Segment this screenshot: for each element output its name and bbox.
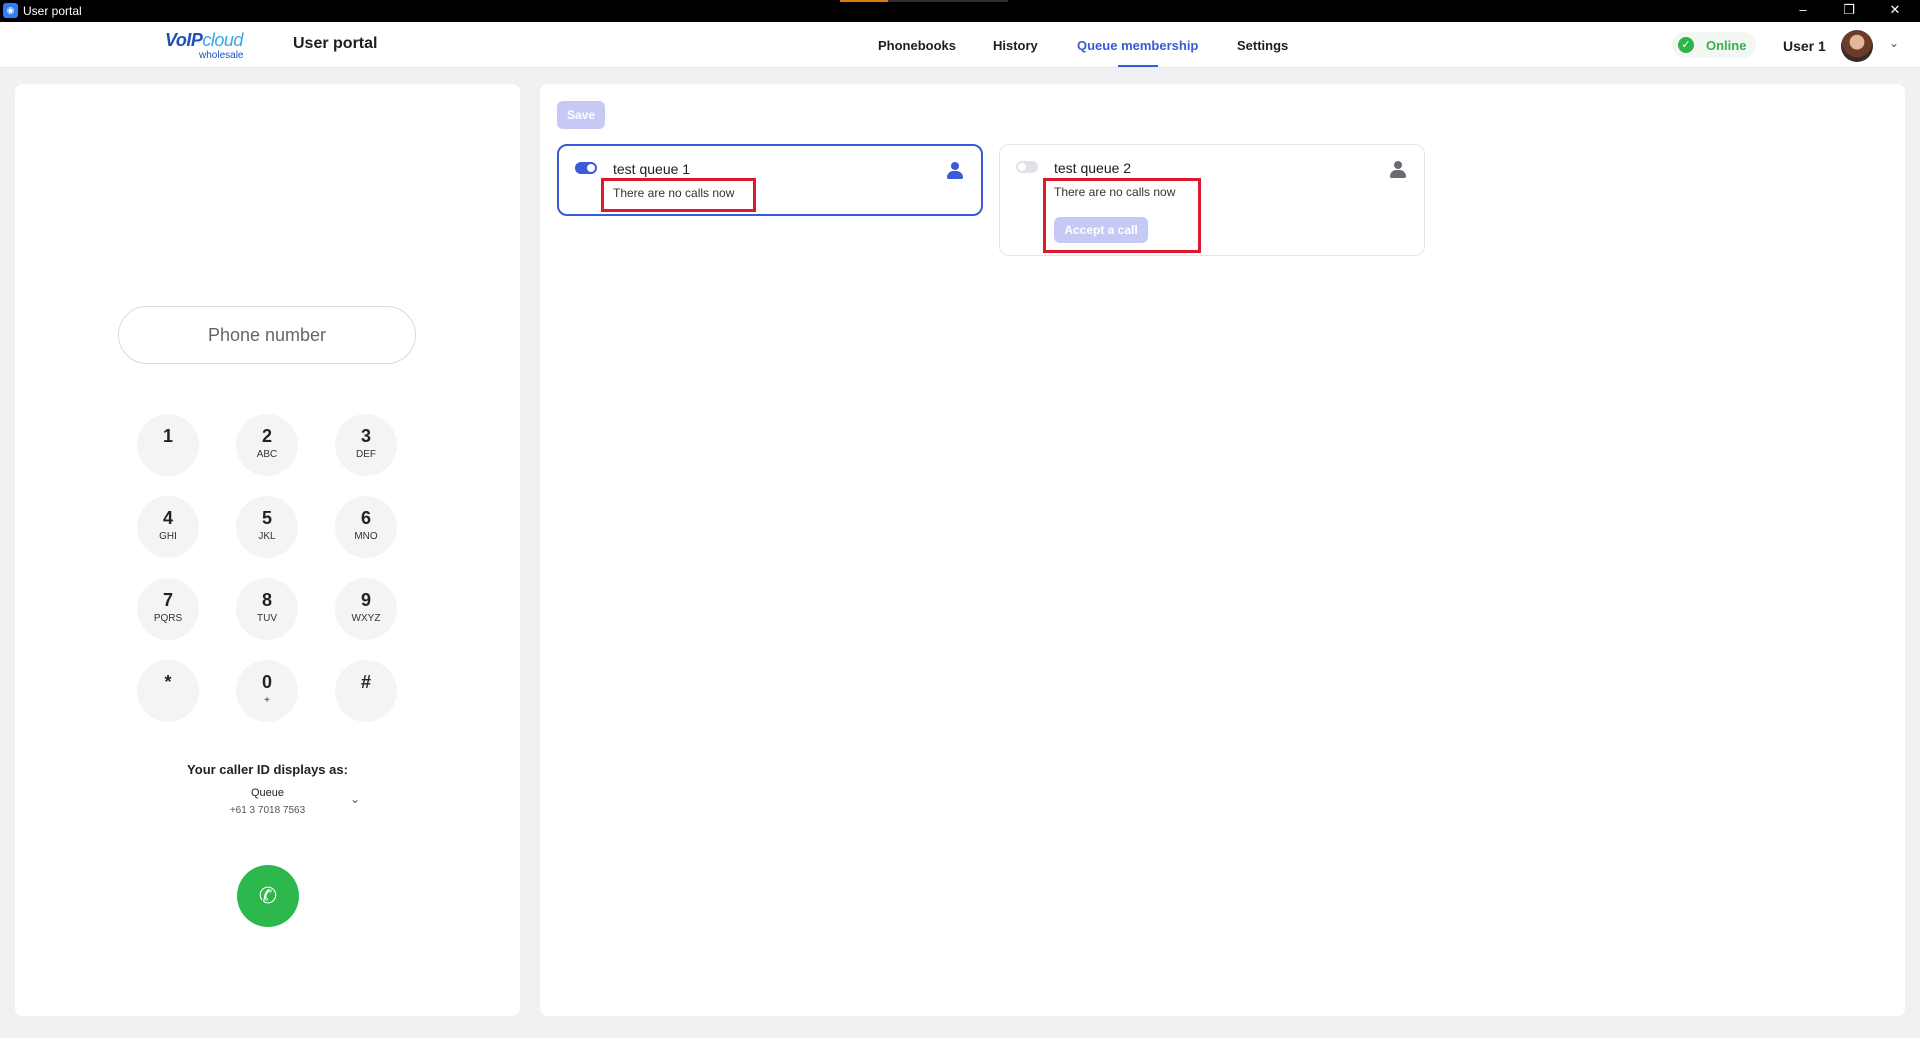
logo-sub: wholesale [199,50,244,61]
queue-card: test queue 2 There are no calls now Acce… [999,144,1425,256]
dialpad-key-6[interactable]: 6 MNO [335,496,397,558]
key-digit: 9 [360,590,371,610]
person-icon [947,162,963,180]
queue-name: test queue 2 [1054,160,1132,176]
dialpad-key-9[interactable]: 9 WXYZ [335,578,397,640]
nav-history[interactable]: History [993,38,1038,53]
window-titlebar: ◉ User portal – ❐ ✕ [0,0,1920,22]
logo-brand-b: cloud [202,30,243,50]
check-icon: ✓ [1678,37,1694,53]
key-letters: WXYZ [351,613,381,624]
phone-number-input[interactable] [118,306,416,364]
key-letters: DEF [356,449,376,460]
nav-phonebooks[interactable]: Phonebooks [878,38,956,53]
key-letters: PQRS [153,613,183,624]
dialpad-key-5[interactable]: 5 JKL [236,496,298,558]
highlight-box [601,178,756,212]
page-title: User portal [293,35,378,52]
save-button[interactable]: Save [557,101,605,129]
dialpad-key-hash[interactable]: # [335,660,397,722]
nav-settings[interactable]: Settings [1237,38,1288,53]
dialpad-key-7[interactable]: 7 PQRS [137,578,199,640]
person-icon-head [951,162,959,170]
logo-wordmark: VoIPcloud [165,30,243,51]
dialpad-key-star[interactable]: * [137,660,199,722]
key-digit: 3 [360,426,371,446]
phone-icon: ✆ [258,883,278,908]
key-digit: # [360,672,371,692]
logo-brand-a: VoIP [165,30,203,50]
dialpad-key-0[interactable]: 0 + [236,660,298,722]
logo[interactable]: VoIPcloud wholesale [165,28,255,62]
app-icon: ◉ [3,3,18,18]
key-letters: MNO [354,531,378,542]
dialpad-key-4[interactable]: 4 GHI [137,496,199,558]
chevron-down-icon[interactable]: ⌄ [350,792,360,806]
caller-id-label: Your caller ID displays as: [187,762,348,777]
key-digit: 6 [360,508,371,528]
active-tab-indicator [1118,65,1158,67]
user-name[interactable]: User 1 [1783,38,1826,54]
call-button[interactable]: ✆ [237,865,299,927]
dialpad-key-8[interactable]: 8 TUV [236,578,298,640]
key-digit: 4 [162,508,173,528]
caller-id-number[interactable]: +61 3 7018 7563 [15,805,520,816]
caller-id-name[interactable]: Queue [15,787,520,799]
queue-card: test queue 1 There are no calls now [557,144,983,216]
dialer-panel: 1 2 ABC 3 DEF 4 GHI 5 JKL 6 MNO 7 PQRS 8… [15,84,520,1016]
key-digit: 5 [261,508,272,528]
key-digit: 7 [162,590,173,610]
presence-status-label: Online [1706,38,1747,53]
key-letters: TUV [257,613,277,624]
person-icon-body [947,171,963,179]
person-icon-body [1390,170,1406,178]
chevron-down-icon[interactable]: ⌄ [1889,36,1899,50]
restore-button[interactable]: ❐ [1826,0,1872,22]
window-title: User portal [23,4,82,18]
avatar[interactable] [1841,30,1873,62]
close-button[interactable]: ✕ [1872,0,1918,22]
key-letters: + [264,695,270,706]
key-letters: GHI [159,531,177,542]
presence-status[interactable]: ✓ Online [1672,32,1756,58]
queue-name: test queue 1 [613,161,691,177]
key-letters: JKL [258,531,276,542]
titlebar-accent [840,0,888,2]
titlebar-accent-dark [888,0,1008,2]
minimize-button[interactable]: – [1780,0,1826,22]
nav-queue-membership[interactable]: Queue membership [1077,38,1198,53]
key-digit: 2 [261,426,272,446]
key-digit: * [164,672,172,692]
person-icon [1390,161,1406,179]
queue-toggle[interactable] [1016,161,1038,173]
dialpad-key-3[interactable]: 3 DEF [335,414,397,476]
key-digit: 0 [261,672,272,692]
key-letters: ABC [256,449,278,460]
person-icon-head [1394,161,1402,169]
dialpad-key-1[interactable]: 1 [137,414,199,476]
queue-toggle[interactable] [575,162,597,174]
highlight-box [1043,178,1201,253]
queue-membership-panel: Save test queue 1 There are no calls now… [540,84,1905,1016]
dialpad-key-2[interactable]: 2 ABC [236,414,298,476]
key-digit: 1 [162,426,173,446]
key-digit: 8 [261,590,272,610]
app-header: VoIPcloud wholesale User portal Phoneboo… [0,22,1920,68]
